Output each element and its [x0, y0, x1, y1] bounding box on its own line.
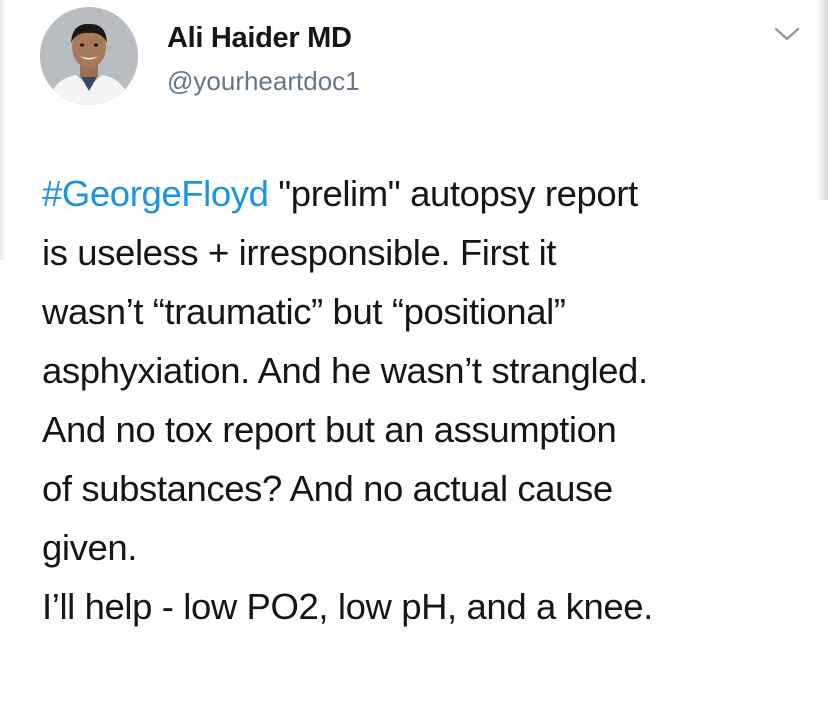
scrollbar-edge — [816, 0, 828, 200]
tweet-line: And no tox report but an assumption — [42, 409, 617, 450]
tweet-line: given. — [42, 527, 137, 568]
page-edge-left — [0, 0, 6, 260]
author-handle[interactable]: @yourheartdoc1 — [167, 66, 360, 97]
tweet-text: #GeorgeFloyd "prelim" autopsy report is … — [42, 164, 812, 636]
tweet-card: Ali Haider MD @yourheartdoc1 #GeorgeFloy… — [0, 0, 828, 709]
tweet-line: of substances? And no actual cause — [42, 468, 613, 509]
chevron-down-icon[interactable] — [772, 24, 802, 44]
tweet-line: wasn’t “traumatic” but “positional” — [42, 291, 566, 332]
profile-photo-icon — [40, 7, 138, 105]
tweet-line-text: "prelim" autopsy report — [268, 173, 638, 214]
author-name[interactable]: Ali Haider MD — [167, 22, 352, 55]
tweet-line: #GeorgeFloyd "prelim" autopsy report — [42, 164, 812, 223]
tweet-line: asphyxiation. And he wasn’t strangled. — [42, 350, 648, 391]
tweet-line: I’ll help - low PO2, low pH, and a knee. — [42, 586, 653, 627]
hashtag-link[interactable]: #GeorgeFloyd — [42, 173, 269, 214]
tweet-line: is useless + irresponsible. First it — [42, 232, 557, 273]
avatar[interactable] — [40, 7, 138, 105]
